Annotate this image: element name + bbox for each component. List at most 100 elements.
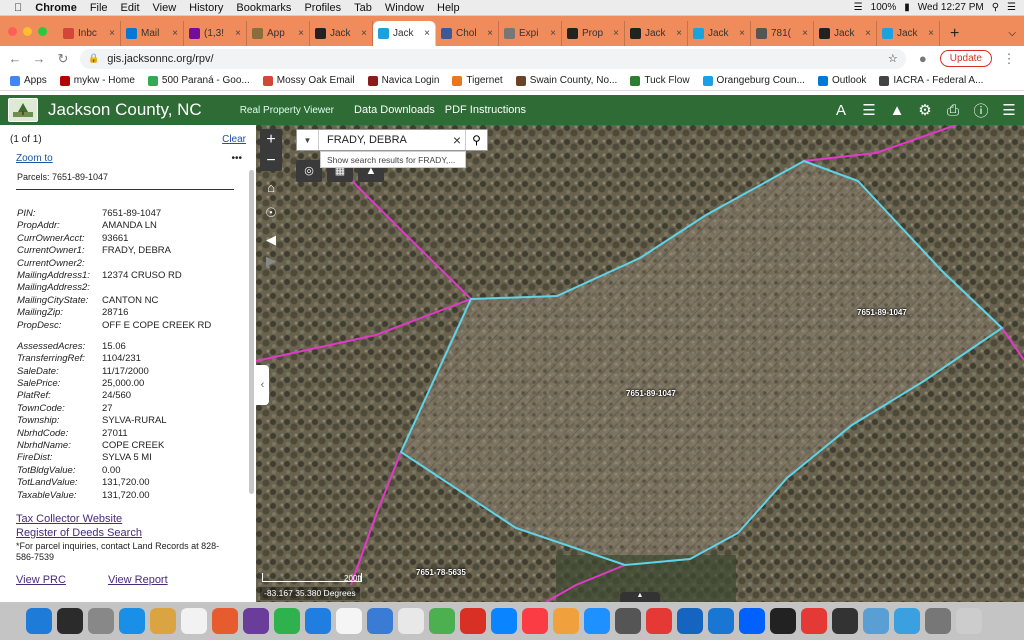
bookmark-item[interactable]: IACRA - Federal A...	[879, 75, 983, 86]
dock-app-icon[interactable]	[708, 608, 734, 634]
dock-app-icon[interactable]	[770, 608, 796, 634]
browser-tab[interactable]: Jack ×	[310, 21, 373, 46]
dock-app-icon[interactable]	[863, 608, 889, 634]
search-input[interactable]: FRADY, DEBRA	[319, 134, 449, 146]
zoom-in-button[interactable]: +	[260, 129, 282, 150]
next-extent-icon[interactable]: ▶	[261, 251, 281, 271]
menu-window[interactable]: Window	[385, 2, 424, 14]
zoom-to-link[interactable]: Zoom to	[16, 153, 53, 164]
view-prc-link[interactable]: View PRC	[16, 573, 66, 587]
dock-app-icon[interactable]	[274, 608, 300, 634]
tab-close-icon[interactable]: ×	[172, 28, 178, 39]
info-icon[interactable]: ⓘ	[972, 101, 990, 120]
print-icon[interactable]: ⎙	[944, 101, 962, 119]
panel-scrollbar[interactable]	[249, 170, 254, 494]
register-of-deeds-link[interactable]: Register of Deeds Search	[16, 526, 256, 540]
view-report-link[interactable]: View Report	[108, 573, 168, 587]
back-button[interactable]: ←	[8, 51, 22, 66]
dock-app-icon[interactable]	[305, 608, 331, 634]
browser-tab[interactable]: Prop ×	[562, 21, 625, 46]
menu-edit[interactable]: Edit	[121, 2, 140, 14]
identify-icon[interactable]: ◎	[296, 160, 322, 182]
profile-avatar[interactable]: ●	[916, 51, 930, 66]
browser-tab[interactable]: Chol ×	[436, 21, 499, 46]
home-icon[interactable]: ⌂	[261, 178, 281, 198]
browser-tab[interactable]: Mail ×	[121, 21, 184, 46]
tax-collector-link[interactable]: Tax Collector Website	[16, 512, 256, 526]
bookmark-item[interactable]: mykw - Home	[59, 75, 135, 86]
browser-tab[interactable]: (1,3! ×	[184, 21, 247, 46]
forward-button[interactable]: →	[32, 51, 46, 66]
previous-extent-icon[interactable]: ◀	[261, 230, 281, 250]
spotlight-icon[interactable]: ⚲	[992, 2, 999, 13]
zoom-out-button[interactable]: −	[260, 150, 282, 171]
control-center-icon[interactable]: ☰	[1007, 2, 1016, 13]
bookmark-item[interactable]: Tigernet	[452, 75, 503, 86]
tab-close-icon[interactable]: ×	[802, 28, 808, 39]
search-source-dropdown[interactable]: ▼	[297, 130, 319, 150]
browser-tab[interactable]: Expi ×	[499, 21, 562, 46]
dock-app-icon[interactable]	[894, 608, 920, 634]
chrome-menu-icon[interactable]: ⋮	[1002, 51, 1016, 67]
dock-app-icon[interactable]	[615, 608, 641, 634]
browser-tab[interactable]: Jack ×	[877, 21, 940, 46]
bookmark-item[interactable]: Apps	[10, 75, 47, 86]
tab-close-icon[interactable]: ×	[298, 28, 304, 39]
browser-tab[interactable]: Jack ×	[814, 21, 877, 46]
wifi-icon[interactable]: ☰	[854, 2, 863, 13]
lock-icon[interactable]: 🔒	[88, 53, 99, 64]
clock[interactable]: Wed 12:27 PM	[918, 2, 984, 13]
dock-app-icon[interactable]	[553, 608, 579, 634]
layers-icon[interactable]: ☰	[860, 101, 878, 119]
clear-search-icon[interactable]: ×	[449, 132, 465, 148]
menu-history[interactable]: History	[189, 2, 223, 14]
browser-tab[interactable]: 781(×	[751, 21, 814, 46]
menu-list-icon[interactable]: ☰	[1000, 101, 1018, 119]
dock-app-icon[interactable]	[832, 608, 858, 634]
map-view[interactable]	[256, 125, 1024, 602]
tab-close-icon[interactable]: ×	[361, 28, 367, 39]
settings-icon[interactable]: ⚙	[916, 101, 934, 119]
locate-icon[interactable]: ☉	[261, 203, 281, 223]
browser-tab[interactable]: Jack ×	[373, 21, 436, 46]
tab-close-icon[interactable]: ×	[613, 28, 619, 39]
dock-app-icon[interactable]	[88, 608, 114, 634]
tab-close-icon[interactable]: ×	[550, 28, 556, 39]
bookmark-item[interactable]: Tuck Flow	[630, 75, 690, 86]
battery-icon[interactable]: ▮	[904, 2, 910, 13]
dock-app-icon[interactable]	[212, 608, 238, 634]
bookmark-item[interactable]: Mossy Oak Email	[262, 75, 355, 86]
browser-tab[interactable]: Jack ×	[688, 21, 751, 46]
menu-profiles[interactable]: Profiles	[304, 2, 341, 14]
dock-app-icon[interactable]	[522, 608, 548, 634]
attribute-table-toggle[interactable]: ▲	[620, 592, 660, 602]
dock-app-icon[interactable]	[739, 608, 765, 634]
dock-app-icon[interactable]	[367, 608, 393, 634]
address-bar[interactable]: 🔒 gis.jacksonnc.org/rpv/ ☆	[80, 48, 906, 69]
graduation-cap-icon[interactable]: ▲	[888, 101, 906, 119]
dock-app-icon[interactable]	[646, 608, 672, 634]
tab-close-icon[interactable]: ×	[928, 28, 934, 39]
dock-app-icon[interactable]	[429, 608, 455, 634]
tab-close-icon[interactable]: ×	[109, 28, 115, 39]
dock-app-icon[interactable]	[181, 608, 207, 634]
menu-view[interactable]: View	[153, 2, 177, 14]
tab-close-icon[interactable]: ×	[424, 28, 430, 39]
dock-app-icon[interactable]	[956, 608, 982, 634]
browser-tab[interactable]: Jack ×	[625, 21, 688, 46]
tab-close-icon[interactable]: ×	[676, 28, 682, 39]
bookmark-item[interactable]: Swain County, No...	[515, 75, 617, 86]
menu-tab[interactable]: Tab	[354, 2, 372, 14]
dock-app-icon[interactable]	[336, 608, 362, 634]
tab-close-icon[interactable]: ×	[235, 28, 241, 39]
dock-app-icon[interactable]	[119, 608, 145, 634]
close-window-button[interactable]	[8, 27, 17, 36]
reload-button[interactable]: ↻	[56, 51, 70, 67]
bookmark-item[interactable]: Orangeburg Coun...	[702, 75, 805, 86]
tab-close-icon[interactable]: ×	[865, 28, 871, 39]
search-suggestion[interactable]: Show search results for FRADY,...	[320, 151, 466, 168]
search-icon[interactable]: ⚲	[465, 130, 487, 150]
menu-bookmarks[interactable]: Bookmarks	[236, 2, 291, 14]
apple-icon[interactable]: 	[14, 2, 22, 14]
text-icon[interactable]: A	[832, 101, 850, 119]
